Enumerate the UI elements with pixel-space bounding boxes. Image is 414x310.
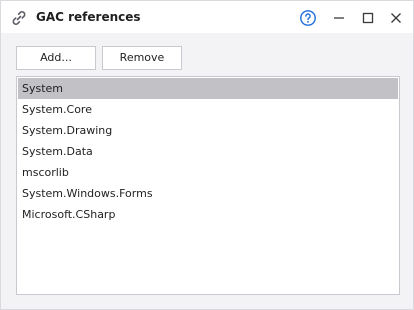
list-item[interactable]: mscorlib xyxy=(18,162,398,183)
link-icon xyxy=(10,9,28,27)
window-title: GAC references xyxy=(36,10,141,24)
gac-references-dialog: GAC references Add... Remove System Syst… xyxy=(0,0,414,310)
title-bar: GAC references xyxy=(1,1,413,33)
list-item[interactable]: System.Windows.Forms xyxy=(18,183,398,204)
minimize-icon[interactable] xyxy=(330,9,348,27)
list-item[interactable]: Microsoft.CSharp xyxy=(18,204,398,225)
references-list[interactable]: System System.Core System.Drawing System… xyxy=(16,76,400,295)
list-item[interactable]: System xyxy=(18,78,398,99)
list-item[interactable]: System.Data xyxy=(18,141,398,162)
list-item[interactable]: System.Drawing xyxy=(18,120,398,141)
remove-button[interactable]: Remove xyxy=(102,46,182,70)
close-icon[interactable] xyxy=(387,9,405,27)
list-item[interactable]: System.Core xyxy=(18,99,398,120)
help-icon[interactable] xyxy=(299,9,317,27)
add-button[interactable]: Add... xyxy=(16,46,96,70)
maximize-icon[interactable] xyxy=(359,9,377,27)
